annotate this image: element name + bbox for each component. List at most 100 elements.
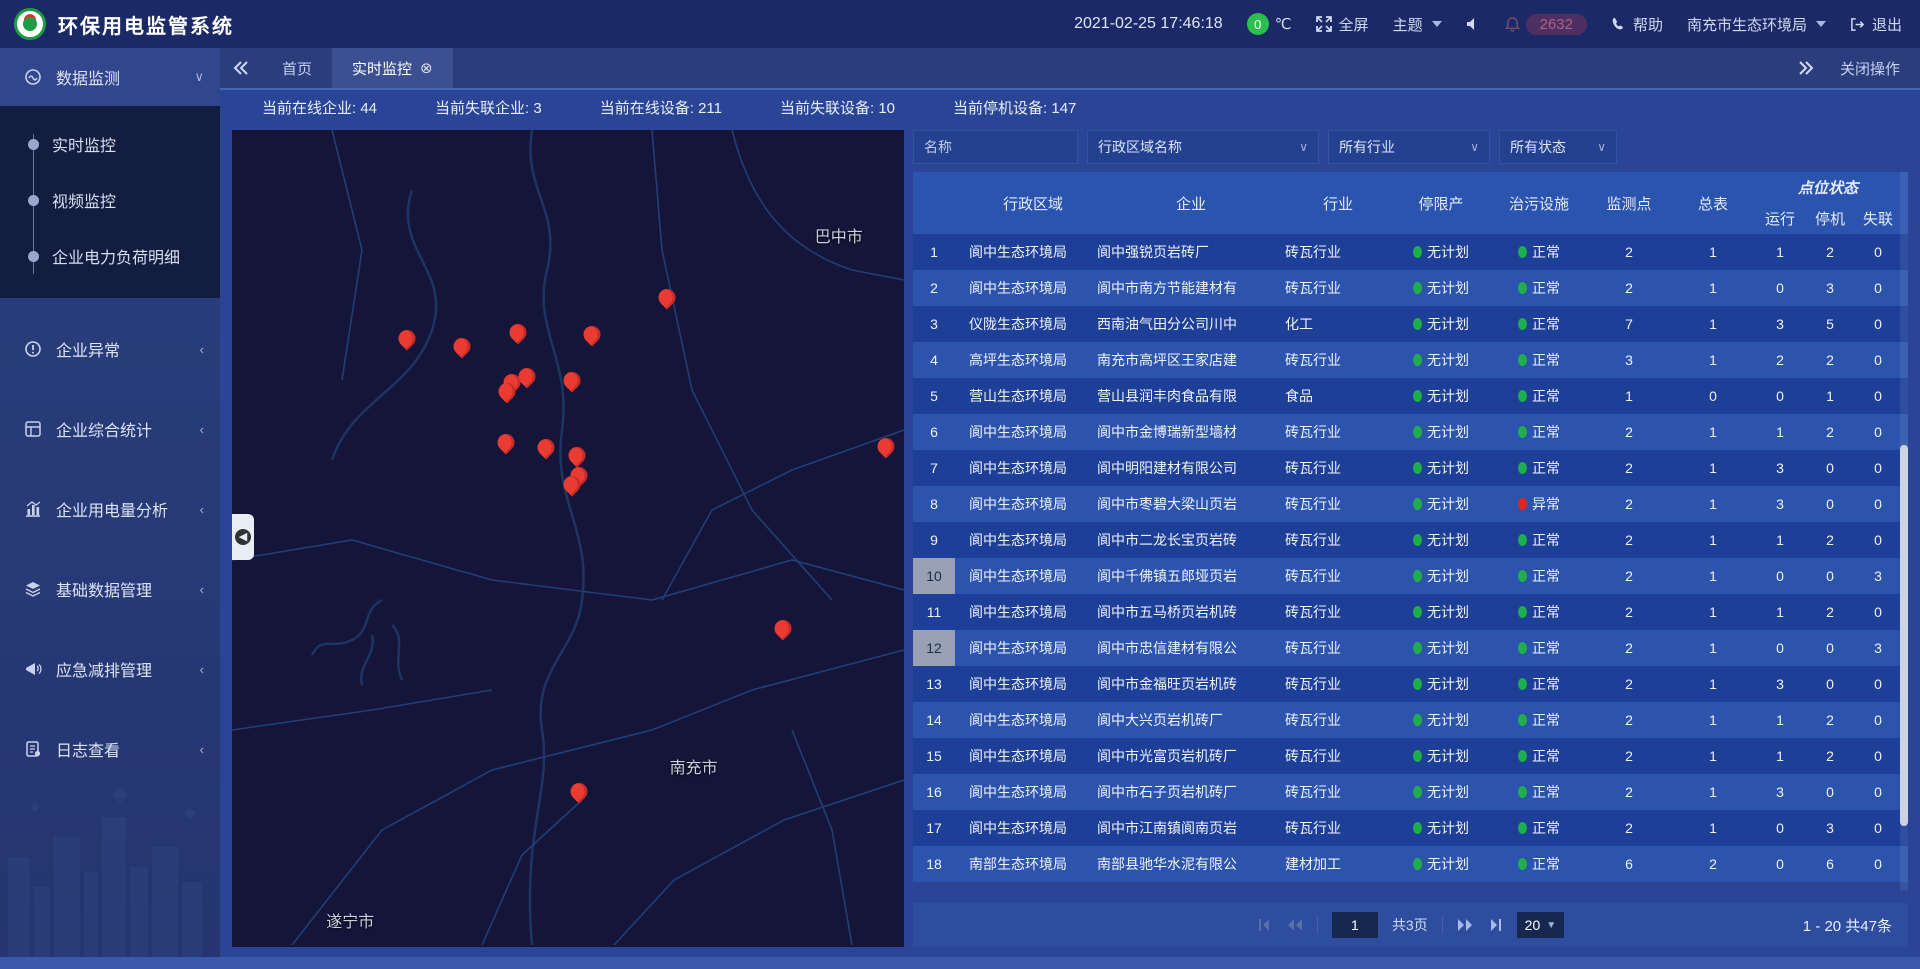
stat-label: 当前在线设备:	[600, 100, 698, 117]
cell-industry: 建材加工	[1285, 846, 1391, 882]
cell-industry: 食品	[1285, 378, 1391, 414]
tab-label: 实时监控	[352, 58, 412, 79]
cell-lost: 0	[1855, 270, 1901, 306]
table-row[interactable]: 6阆中生态环境局阆中市金博瑞新型墙材砖瓦行业无计划正常21120	[913, 414, 1908, 450]
stat-item: 当前在线企业: 44	[262, 97, 377, 118]
cell-industry: 砖瓦行业	[1285, 630, 1391, 666]
cell-total-meter: 1	[1671, 738, 1755, 774]
sidebar-item-1[interactable]: 数据监测∨	[0, 48, 220, 106]
table-row[interactable]: 15阆中生态环境局阆中市光富页岩机砖厂砖瓦行业无计划正常21120	[913, 738, 1908, 774]
status-text: 正常	[1532, 746, 1560, 766]
temperature-unit: ℃	[1275, 15, 1292, 33]
cell-monitor-points: 2	[1587, 558, 1671, 594]
cell-index: 11	[913, 594, 955, 630]
table-row[interactable]: 14阆中生态环境局阆中大兴页岩机砖厂砖瓦行业无计划正常21120	[913, 702, 1908, 738]
table-row[interactable]: 9阆中生态环境局阆中市二龙长宝页岩砖砖瓦行业无计划正常21120	[913, 522, 1908, 558]
double-chevron-right-icon[interactable]	[1798, 61, 1814, 75]
notification-widget[interactable]: 2632	[1505, 14, 1587, 35]
tab-close-icon[interactable]: ⊗	[420, 59, 433, 77]
table-row[interactable]: 12阆中生态环境局阆中市忠信建材有限公砖瓦行业无计划正常21003	[913, 630, 1908, 666]
tabs-scroll-left-button[interactable]	[220, 48, 262, 88]
table-row[interactable]: 10阆中生态环境局阆中千佛镇五郎垭页岩砖瓦行业无计划正常21003	[913, 558, 1908, 594]
table-row[interactable]: 7阆中生态环境局阆中明阳建材有限公司砖瓦行业无计划正常21300	[913, 450, 1908, 486]
table-row[interactable]: 13阆中生态环境局阆中市金福旺页岩机砖砖瓦行业无计划正常21300	[913, 666, 1908, 702]
cell-company: 阆中市石子页岩机砖厂	[1097, 774, 1285, 810]
status-dot-green	[1518, 714, 1527, 726]
sidebar-item-3[interactable]: 企业综合统计‹	[0, 400, 220, 458]
log-icon	[24, 740, 42, 758]
cell-company: 阆中大兴页岩机砖厂	[1097, 702, 1285, 738]
cell-lost: 0	[1855, 306, 1901, 342]
sidebar-item-7[interactable]: 日志查看‹	[0, 720, 220, 778]
logout-button[interactable]: 退出	[1850, 14, 1902, 35]
status-dot-green	[1413, 570, 1422, 582]
sidebar-item-label: 企业综合统计	[56, 417, 186, 441]
cell-pollution-facility: 正常	[1491, 378, 1587, 414]
cell-region: 阆中生态环境局	[955, 594, 1097, 630]
sidebar-item-2[interactable]: 企业异常‹	[0, 320, 220, 378]
industry-select[interactable]: 所有行业 ∨	[1328, 130, 1490, 164]
cell-region: 营山生态环境局	[955, 378, 1097, 414]
table-row[interactable]: 5营山生态环境局营山县润丰肉食品有限食品无计划正常10010	[913, 378, 1908, 414]
map-collapse-handle[interactable]: ◀	[232, 514, 254, 560]
table-row[interactable]: 17阆中生态环境局阆中市江南镇阆南页岩砖瓦行业无计划正常21030	[913, 810, 1908, 846]
cell-region: 阆中生态环境局	[955, 522, 1097, 558]
table-scrollbar-thumb[interactable]	[1900, 445, 1908, 826]
cell-region: 阆中生态环境局	[955, 234, 1097, 270]
cell-pollution-facility: 正常	[1491, 414, 1587, 450]
cell-halted: 0	[1805, 450, 1855, 486]
power-analysis-icon	[24, 500, 42, 518]
table-scrollbar[interactable]	[1900, 172, 1908, 891]
cell-running: 3	[1755, 450, 1805, 486]
cell-industry: 砖瓦行业	[1285, 522, 1391, 558]
last-page-button[interactable]	[1488, 918, 1503, 932]
map-roads	[232, 130, 904, 945]
org-menu[interactable]: 南充市生态环境局	[1687, 14, 1826, 35]
status-dot-green	[1518, 822, 1527, 834]
table-row[interactable]: 3仪陇生态环境局西南油气田分公司川中化工无计划正常71350	[913, 306, 1908, 342]
cell-halted: 0	[1805, 774, 1855, 810]
page-size-select[interactable]: 20 ▼	[1517, 912, 1564, 938]
status-text: 无计划	[1427, 350, 1469, 370]
sound-button[interactable]	[1466, 17, 1481, 31]
table-row[interactable]: 1阆中生态环境局阆中强锐页岩砖厂砖瓦行业无计划正常21120	[913, 234, 1908, 270]
sidebar-item-4[interactable]: 企业用电量分析‹	[0, 480, 220, 538]
cell-lost: 3	[1855, 630, 1901, 666]
table-row[interactable]: 8阆中生态环境局阆中市枣碧大梁山页岩砖瓦行业无计划异常21300	[913, 486, 1908, 522]
table-row[interactable]: 18南部生态环境局南部县驰华水泥有限公建材加工无计划正常62060	[913, 846, 1908, 882]
tab-实时监控[interactable]: 实时监控 ⊗	[332, 48, 453, 88]
region-select[interactable]: 行政区域名称 ∨	[1087, 130, 1319, 164]
cell-halted: 3	[1805, 270, 1855, 306]
help-button[interactable]: 帮助	[1611, 14, 1663, 35]
fullscreen-button[interactable]: 全屏	[1316, 14, 1369, 35]
cell-index: 10	[913, 558, 955, 594]
first-page-button[interactable]	[1257, 918, 1272, 932]
col-total-meter: 总表	[1671, 172, 1755, 234]
map-panel[interactable]: 巴中市南充市遂宁市 ◀	[232, 130, 904, 947]
cell-lost: 0	[1855, 378, 1901, 414]
cell-running: 0	[1755, 810, 1805, 846]
sidebar-subitem-视频监控[interactable]: 视频监控	[0, 172, 220, 228]
next-page-button[interactable]	[1457, 918, 1474, 932]
cell-pollution-facility: 正常	[1491, 630, 1587, 666]
sidebar-subitem-实时监控[interactable]: 实时监控	[0, 116, 220, 172]
cell-halted: 6	[1805, 846, 1855, 882]
tab-首页[interactable]: 首页	[262, 48, 332, 88]
sidebar-item-5[interactable]: 基础数据管理‹	[0, 560, 220, 618]
close-operations-button[interactable]: 关闭操作	[1840, 58, 1900, 79]
table-body: 1阆中生态环境局阆中强锐页岩砖厂砖瓦行业无计划正常211202阆中生态环境局阆中…	[913, 234, 1908, 897]
sidebar-item-6[interactable]: 应急减排管理‹	[0, 640, 220, 698]
sidebar-subitem-企业电力负荷明细[interactable]: 企业电力负荷明细	[0, 228, 220, 284]
status-text: 无计划	[1427, 818, 1469, 838]
theme-menu[interactable]: 主题	[1393, 14, 1442, 35]
table-row[interactable]: 2阆中生态环境局阆中市南方节能建材有砖瓦行业无计划正常21030	[913, 270, 1908, 306]
status-select[interactable]: 所有状态 ∨	[1499, 130, 1617, 164]
cell-index: 16	[913, 774, 955, 810]
cell-index: 1	[913, 234, 955, 270]
table-row[interactable]: 11阆中生态环境局阆中市五马桥页岩机砖砖瓦行业无计划正常21120	[913, 594, 1908, 630]
name-search-input[interactable]	[913, 130, 1078, 164]
table-row[interactable]: 4高坪生态环境局南充市高坪区王家店建砖瓦行业无计划正常31220	[913, 342, 1908, 378]
prev-page-button[interactable]	[1286, 918, 1303, 932]
page-number-input[interactable]	[1332, 912, 1378, 938]
table-row[interactable]: 16阆中生态环境局阆中市石子页岩机砖厂砖瓦行业无计划正常21300	[913, 774, 1908, 810]
